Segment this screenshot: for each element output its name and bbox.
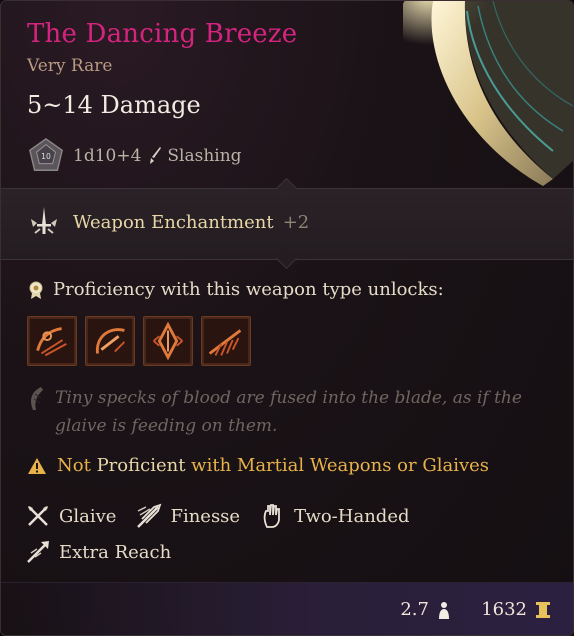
finesse-icon [137, 503, 162, 528]
warning-not: Not [57, 455, 91, 476]
property-finesse-label: Finesse [170, 505, 241, 527]
weapon-properties: Glaive Finesse Two-Handed [25, 503, 410, 529]
proficiency-text: Proficiency with this weapon type unlock… [53, 279, 444, 300]
hand-icon [263, 504, 280, 528]
item-value: 1632 [481, 599, 551, 620]
weapon-actions [27, 316, 251, 366]
proficiency-medal-icon [29, 281, 43, 299]
action-2-icon[interactable] [85, 316, 135, 366]
extra-reach-icon [27, 541, 49, 563]
damage-dice: 1d10+4 [73, 146, 142, 166]
item-name: The Dancing Breeze [27, 19, 298, 49]
weight-value: 2.7 [400, 599, 429, 620]
enchantment-value: +2 [282, 211, 310, 233]
svg-text:10: 10 [41, 152, 51, 161]
warning-icon [28, 457, 46, 474]
weight-icon [439, 601, 449, 619]
damage-type: Slashing [149, 146, 242, 166]
damage-type-label: Slashing [167, 146, 242, 166]
glaive-icon [28, 506, 48, 526]
item-description: Tiny specks of blood are fused into the … [55, 388, 522, 436]
enchantment-row[interactable]: Weapon Enchantment +2 [27, 205, 309, 239]
action-1-icon[interactable] [27, 316, 77, 366]
feather-icon [31, 387, 43, 410]
property-two-handed-label: Two-Handed [294, 505, 410, 527]
action-4-icon[interactable] [201, 316, 251, 366]
gold-coin-icon [536, 601, 550, 618]
property-two-handed[interactable]: Two-Handed [260, 503, 410, 529]
enchantment-label: Weapon Enchantment [73, 211, 274, 233]
property-glaive-label: Glaive [59, 505, 117, 527]
property-finesse[interactable]: Finesse [136, 503, 240, 529]
property-extra-reach-label: Extra Reach [59, 541, 172, 563]
glaive-art-icon [403, 1, 573, 186]
proficiency-row: Proficiency with this weapon type unlock… [27, 279, 444, 300]
item-weight: 2.7 [400, 599, 451, 620]
warning-rest: with Martial Weapons or Glaives [191, 455, 490, 476]
damage-dice-row: 10 1d10+4 Slashing [27, 137, 242, 175]
enchantment-sword-icon [31, 207, 57, 234]
property-extra-reach[interactable]: Extra Reach [25, 539, 171, 565]
item-rarity: Very Rare [27, 56, 113, 76]
proficiency-warning: Not Proficient with Martial Weapons or G… [27, 455, 489, 476]
property-glaive[interactable]: Glaive [25, 503, 116, 529]
item-tooltip: The Dancing Breeze Very Rare 5~14 Damage… [0, 0, 574, 636]
sword-icon [150, 147, 162, 164]
gold-value: 1632 [481, 599, 527, 620]
d10-dice-icon: 10 [29, 138, 63, 171]
damage-range: 5~14 Damage [27, 91, 201, 119]
warning-proficient: Proficient [96, 455, 186, 476]
action-3-icon[interactable] [143, 316, 193, 366]
